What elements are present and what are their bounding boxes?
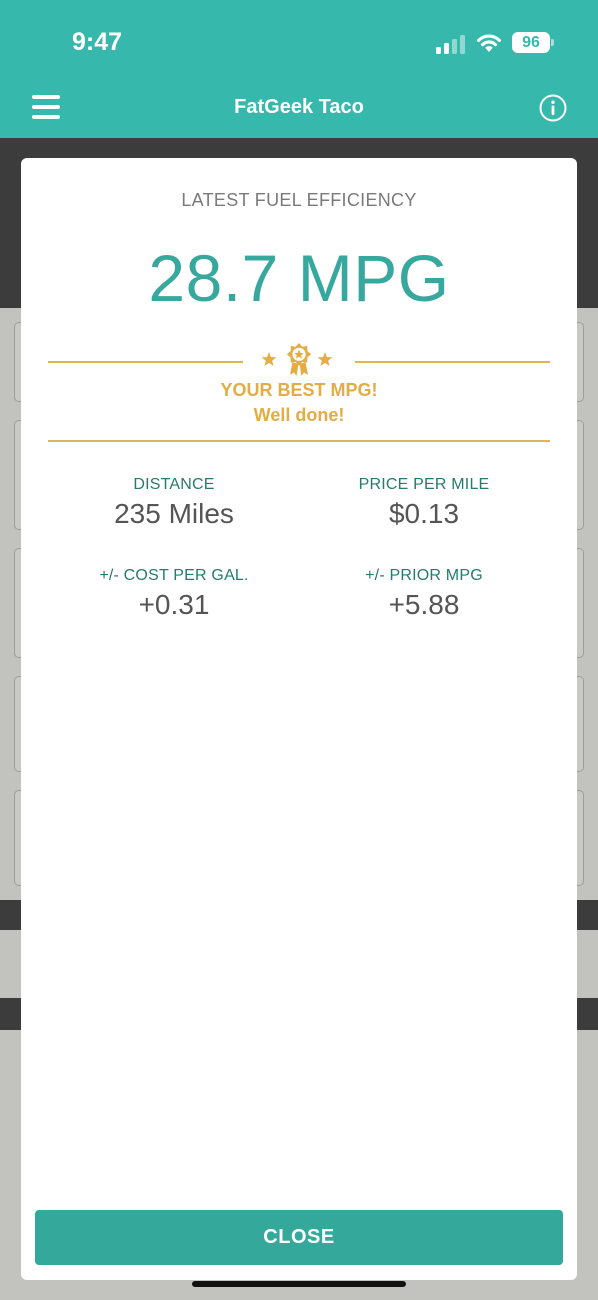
mpg-value: 28.7 MPG (148, 241, 450, 315)
stat-label: +/- PRIOR MPG (365, 567, 483, 584)
divider (355, 361, 550, 363)
app-title: FatGeek Taco (234, 96, 364, 118)
award-badge-icon (261, 343, 333, 376)
home-indicator (192, 1281, 406, 1287)
stat-value: +5.88 (388, 589, 460, 620)
battery-tip (551, 39, 554, 46)
best-mpg-subtitle: Well done! (253, 405, 345, 425)
stat-distance: DISTANCE 235 Miles (54, 476, 294, 530)
battery-icon: 96 (512, 32, 550, 53)
divider (48, 361, 243, 363)
stat-value: 235 Miles (114, 498, 234, 529)
info-icon[interactable] (539, 94, 567, 122)
stat-price-per-mile: PRICE PER MILE $0.13 (304, 476, 544, 530)
stat-label: PRICE PER MILE (358, 476, 490, 493)
stat-cost-per-gallon: +/- COST PER GAL. +0.31 (54, 567, 294, 621)
modal-heading: LATEST FUEL EFFICIENCY (181, 190, 417, 210)
stat-value: $0.13 (388, 498, 460, 529)
best-mpg-title: YOUR BEST MPG! (220, 380, 378, 400)
close-button[interactable]: CLOSE (35, 1210, 563, 1265)
status-time: 9:47 (72, 28, 123, 56)
stat-prior-mpg: +/- PRIOR MPG +5.88 (304, 567, 544, 621)
stat-label: DISTANCE (133, 476, 215, 493)
app-header: 9:47 96 FatGeek Taco (0, 0, 598, 138)
cellular-signal-icon (436, 34, 466, 54)
fuel-efficiency-modal: LATEST FUEL EFFICIENCY 28.7 MPG YOUR BES… (21, 158, 577, 1280)
divider (48, 440, 550, 442)
stat-value: +0.31 (138, 589, 210, 620)
stat-label: +/- COST PER GAL. (99, 567, 249, 584)
wifi-icon (477, 34, 501, 52)
